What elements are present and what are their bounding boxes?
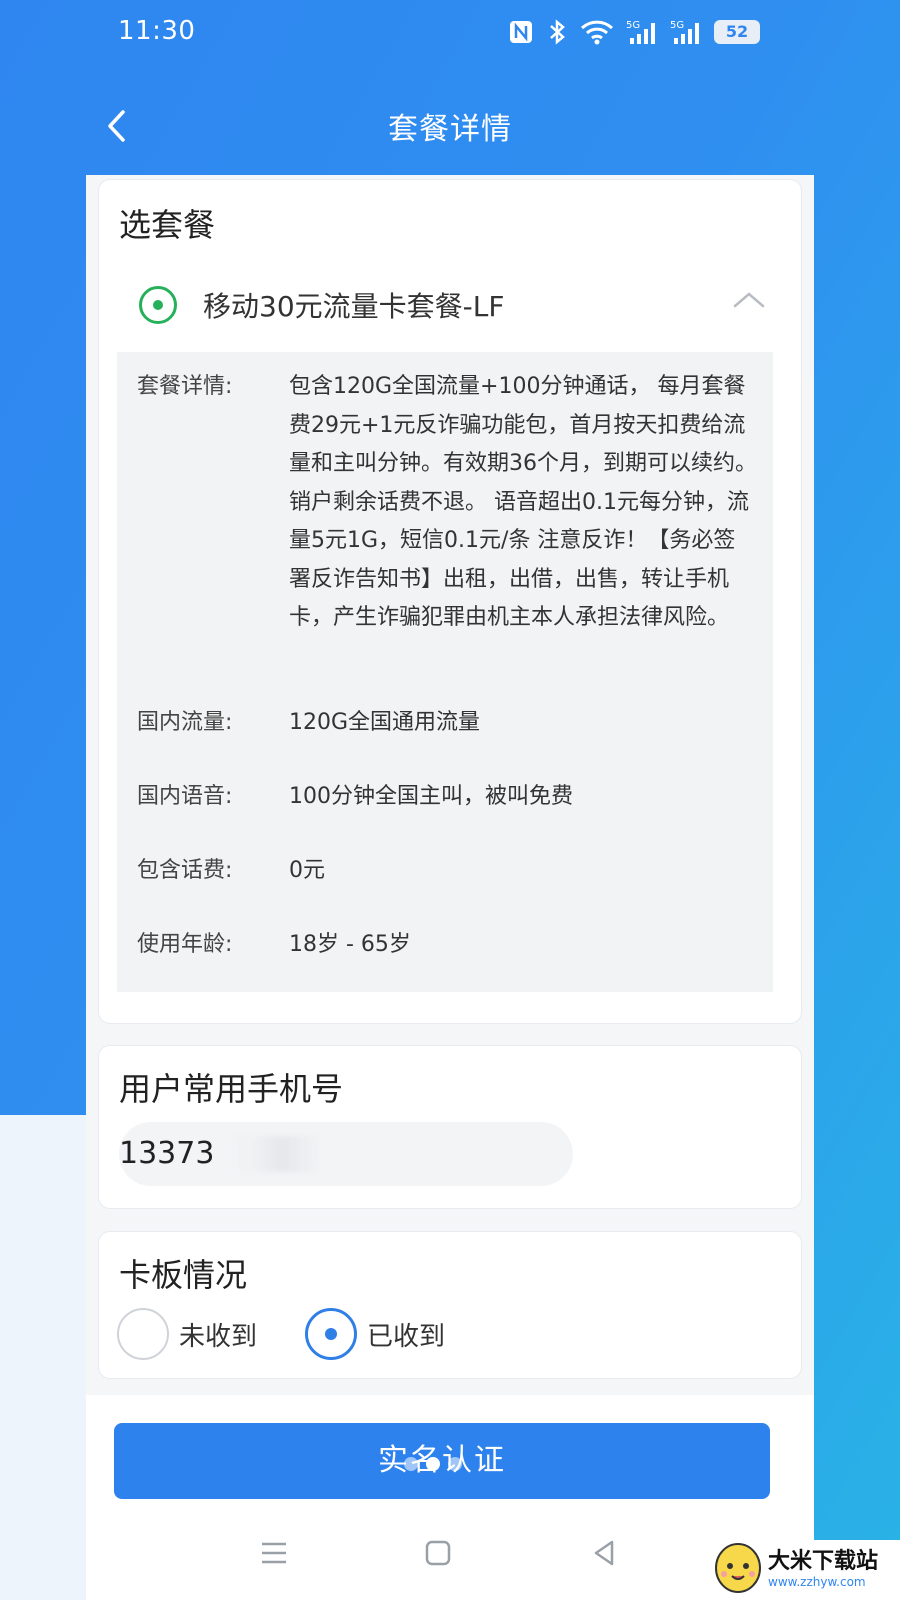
plan-name: 移动30元流量卡套餐-LF xyxy=(203,290,505,323)
svg-text:5G: 5G xyxy=(626,20,640,31)
signal-5g-icon: 5G xyxy=(670,18,702,46)
chevron-up-icon[interactable] xyxy=(731,288,767,320)
radio-unselected[interactable] xyxy=(117,1308,169,1360)
sim-card-radio-group: 未收到 已收到 xyxy=(117,1308,493,1360)
home-icon[interactable] xyxy=(418,1533,458,1573)
detail-value: 100分钟全国主叫，被叫免费 xyxy=(289,784,573,809)
detail-row: 包含话费: 0元 xyxy=(137,852,757,891)
mascot-logo-icon xyxy=(712,1538,764,1594)
sim-card-title: 卡板情况 xyxy=(119,1256,248,1294)
signal-5g-icon: 5G xyxy=(626,18,658,46)
phone-input[interactable]: 13373 xyxy=(119,1122,573,1186)
bluetooth-icon xyxy=(546,18,568,46)
back-triangle-icon[interactable] xyxy=(584,1533,624,1573)
svg-text:5G: 5G xyxy=(670,20,684,31)
nfc-icon xyxy=(508,19,534,45)
wifi-icon xyxy=(580,19,614,45)
detail-row: 国内流量: 120G全国通用流量 xyxy=(137,704,757,743)
real-name-verify-button[interactable]: 实名认证 xyxy=(114,1423,770,1499)
radio-label: 未收到 xyxy=(179,1321,258,1352)
watermark-title: 大米下载站 xyxy=(768,1549,879,1574)
radio-selected[interactable] xyxy=(305,1308,358,1360)
menu-icon[interactable] xyxy=(254,1533,294,1573)
detail-value: 18岁 - 65岁 xyxy=(289,932,411,957)
page-title: 套餐详情 xyxy=(388,112,512,147)
sim-card-status-card: 卡板情况 未收到 已收到 xyxy=(98,1231,802,1379)
background-left xyxy=(0,1115,86,1600)
phone-card-title: 用户常用手机号 xyxy=(119,1070,344,1108)
radio-label: 已收到 xyxy=(367,1321,446,1352)
watermark-url: www.zzhyw.com xyxy=(768,1575,866,1589)
detail-label: 国内语音: xyxy=(137,784,233,809)
loading-dot xyxy=(404,1457,418,1471)
plan-details: 套餐详情: 包含120G全国流量+100分钟通话， 每月套餐费29元+1元反诈骗… xyxy=(117,352,773,992)
watermark-text: 大米下载站 www.zzhyw.com xyxy=(768,1543,878,1589)
detail-value: 包含120G全国流量+100分钟通话， 每月套餐费29元+1元反诈骗功能包，首月… xyxy=(289,374,757,630)
privacy-blur xyxy=(223,1136,323,1172)
watermark: 大米下载站 www.zzhyw.com xyxy=(712,1536,892,1596)
detail-label: 国内流量: xyxy=(137,710,233,735)
status-time: 11:30 xyxy=(118,16,196,46)
battery-icon: 52 xyxy=(714,20,760,44)
loading-dot xyxy=(448,1457,462,1471)
detail-value: 120G全国通用流量 xyxy=(289,710,481,735)
detail-row: 国内语音: 100分钟全国主叫，被叫免费 xyxy=(137,778,757,817)
radio-option-not-received[interactable]: 未收到 xyxy=(117,1308,257,1360)
detail-value: 0元 xyxy=(289,858,325,883)
radio-option-received[interactable]: 已收到 xyxy=(305,1308,445,1360)
detail-row: 使用年龄: 18岁 - 65岁 xyxy=(137,926,757,965)
status-icons: 5G 5G 52 xyxy=(508,18,760,46)
status-bar: 11:30 5G 5G 52 xyxy=(0,0,900,64)
detail-label: 套餐详情: xyxy=(137,374,233,399)
detail-label: 包含话费: xyxy=(137,858,233,883)
header: 套餐详情 xyxy=(0,90,900,160)
phone-value: 13373 xyxy=(119,1136,215,1171)
plan-radio-selected[interactable] xyxy=(139,286,177,324)
bottom-bar: 实名认证 xyxy=(86,1395,814,1600)
plan-card-title: 选套餐 xyxy=(119,206,216,244)
phone-card: 用户常用手机号 13373 xyxy=(98,1045,802,1209)
plan-option[interactable]: 移动30元流量卡套餐-LF xyxy=(139,280,779,330)
main-panel: 选套餐 移动30元流量卡套餐-LF 套餐详情: 包含120G全国流量+100分钟… xyxy=(86,175,814,1600)
system-nav-bar xyxy=(86,1525,814,1585)
loading-indicator xyxy=(404,1457,462,1471)
loading-dot xyxy=(426,1457,440,1471)
detail-label: 使用年龄: xyxy=(137,932,233,957)
plan-card: 选套餐 移动30元流量卡套餐-LF 套餐详情: 包含120G全国流量+100分钟… xyxy=(98,179,802,1024)
detail-row: 套餐详情: 包含120G全国流量+100分钟通话， 每月套餐费29元+1元反诈骗… xyxy=(137,368,757,638)
